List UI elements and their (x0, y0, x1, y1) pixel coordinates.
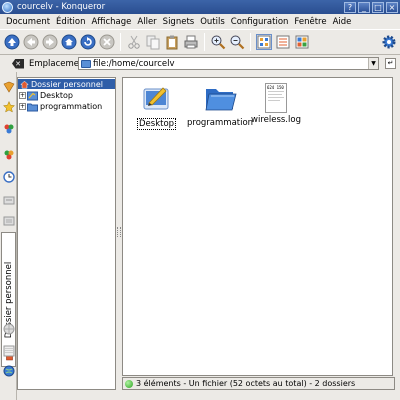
desktop-folder-icon (141, 83, 173, 116)
menu-outils[interactable]: Outils (197, 17, 228, 27)
status-led-icon (125, 379, 133, 388)
zoom-in-icon[interactable] (210, 34, 226, 50)
stop-icon[interactable] (99, 34, 115, 50)
file-item-desktop[interactable]: Desktop (137, 83, 177, 130)
services-icon[interactable] (2, 122, 15, 135)
location-bar: ✕ Emplacement : ▼ ↵ (0, 56, 400, 71)
minimize-button[interactable]: _ (358, 1, 370, 13)
media-icon[interactable] (2, 344, 15, 357)
file-label: wireless.log (251, 115, 301, 125)
menu-aller[interactable]: Aller (134, 17, 159, 27)
tree-view-icon[interactable] (294, 34, 310, 50)
file-label: Desktop (137, 118, 177, 130)
tree-item-desktop[interactable]: + Desktop (19, 90, 73, 101)
menu-affichage[interactable]: Affichage (88, 17, 134, 27)
history-icon[interactable] (2, 170, 15, 183)
status-text: 3 éléments - Un fichier (52 octets au to… (136, 379, 356, 388)
desktop-folder-icon (27, 91, 38, 101)
window-controls: ? _ □ × (344, 1, 398, 13)
icon-view-icon[interactable] (256, 34, 272, 50)
back-arrow-icon[interactable] (23, 34, 39, 50)
copy-icon[interactable] (145, 34, 161, 50)
tree-root-label: Dossier personnel (31, 79, 104, 89)
menu-signets[interactable]: Signets (160, 17, 198, 27)
location-field[interactable]: ▼ (78, 57, 379, 70)
print-icon[interactable] (183, 34, 199, 50)
up-arrow-icon[interactable] (4, 34, 20, 50)
menu-document[interactable]: Document (3, 17, 53, 27)
detail-view-icon[interactable] (275, 34, 291, 50)
paste-icon[interactable] (164, 34, 180, 50)
maximize-button[interactable]: □ (372, 1, 384, 13)
close-button[interactable]: × (386, 1, 398, 13)
tree-root-home[interactable]: Dossier personnel (18, 79, 115, 89)
folder-tree: Dossier personnel + Desktop + programmat… (17, 77, 116, 390)
chevron-down-icon[interactable]: ▼ (368, 58, 378, 69)
menu-aide[interactable]: Aide (330, 17, 355, 27)
star-icon[interactable] (2, 100, 15, 113)
toolbar-separator (204, 33, 205, 51)
file-preview-text: 624 150 (266, 85, 284, 90)
bookmarks-icon[interactable] (2, 80, 15, 93)
sidebar-icon-bar: Dossier personnel (0, 72, 17, 400)
file-item-wireless-log[interactable]: 624 150 wireless.log (251, 83, 301, 125)
title-bar: courcelv - Konqueror ? _ □ × (0, 0, 400, 14)
window-title: courcelv - Konqueror (17, 2, 106, 12)
text-file-icon: 624 150 (264, 83, 287, 113)
folder-icon (81, 59, 91, 68)
file-view: Desktop programmation 624 150 wireless.l… (122, 77, 393, 376)
folder-icon (27, 102, 38, 112)
menu-configuration[interactable]: Configuration (228, 17, 292, 27)
expand-toggle[interactable]: + (19, 103, 26, 110)
clear-location-icon[interactable]: ✕ (12, 58, 24, 69)
help-button[interactable]: ? (344, 1, 356, 13)
folder-icon (203, 83, 237, 116)
location-input[interactable] (91, 58, 371, 69)
main-toolbar (0, 29, 400, 55)
reload-icon[interactable] (80, 34, 96, 50)
toolbar-separator (120, 33, 121, 51)
home-icon[interactable] (61, 34, 77, 50)
go-button[interactable]: ↵ (385, 58, 396, 69)
bottom-strip (17, 390, 400, 400)
file-label: programmation (187, 118, 254, 128)
status-bar: 3 éléments - Un fichier (52 octets au to… (122, 377, 395, 390)
toolbar-separator (250, 33, 251, 51)
expand-toggle[interactable]: + (19, 92, 26, 99)
menu-bar: Document Édition Affichage Aller Signets… (0, 14, 400, 29)
tree-item-label: Desktop (40, 91, 73, 100)
network-icon[interactable] (2, 214, 15, 227)
zoom-out-icon[interactable] (229, 34, 245, 50)
navigation-icon[interactable] (2, 193, 15, 206)
splitter-grip[interactable] (117, 227, 121, 237)
tree-item-programmation[interactable]: + programmation (19, 101, 102, 112)
tree-item-label: programmation (40, 102, 103, 111)
view-right-border (393, 77, 399, 376)
web-icon[interactable] (2, 322, 15, 335)
menu-fenetre[interactable]: Fenêtre (291, 17, 329, 27)
menu-edition[interactable]: Édition (53, 17, 88, 27)
forward-arrow-icon[interactable] (42, 34, 58, 50)
file-item-programmation[interactable]: programmation (187, 83, 253, 128)
konqueror-gear-icon[interactable] (381, 34, 397, 50)
cut-icon[interactable] (126, 34, 142, 50)
devices-icon[interactable] (2, 147, 15, 160)
home-icon (20, 80, 29, 89)
konqueror-app-icon[interactable] (2, 1, 13, 13)
globe-icon[interactable] (2, 364, 15, 377)
